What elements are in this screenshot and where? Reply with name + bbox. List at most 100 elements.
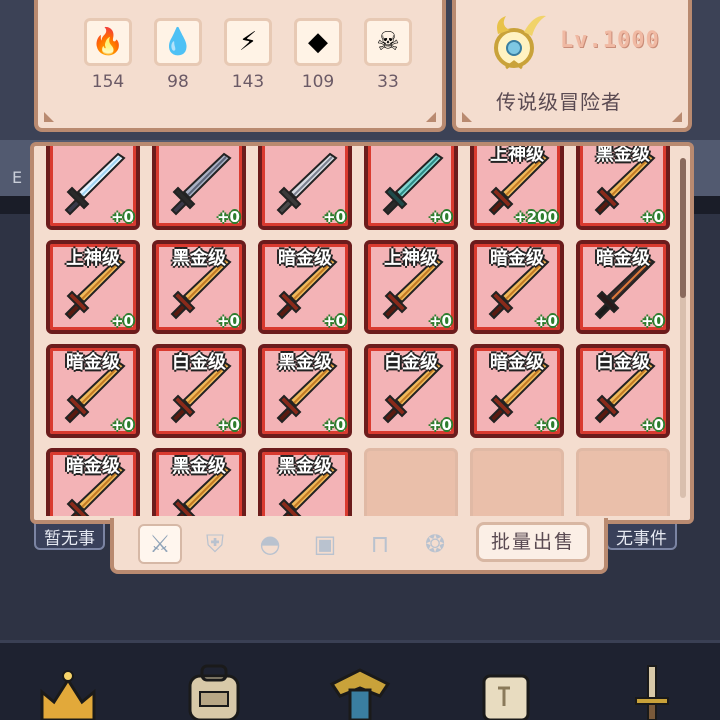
empty-inventory-slot[interactable] <box>364 448 458 516</box>
item-enhance-level: +0 <box>322 312 346 330</box>
water-gem-icon: 💧 <box>154 18 202 66</box>
lightning-gem-icon: ⚡ <box>224 18 272 66</box>
tab-icon: ▣ <box>313 530 337 558</box>
item-tier-label: 黑金级 <box>172 456 226 477</box>
tab-armor[interactable]: ⛨ <box>193 524 237 564</box>
item-tier-label: 黑金级 <box>596 146 650 165</box>
inventory-slot[interactable]: +0 <box>46 146 140 230</box>
item-tier-label: 暗金级 <box>490 248 544 269</box>
player-level: Lv.1000 <box>560 28 660 53</box>
inventory-slot[interactable]: 暗金级 +0 <box>576 240 670 334</box>
item-tier-label: 暗金级 <box>278 248 332 269</box>
inventory-slot[interactable]: 暗金级 <box>46 448 140 516</box>
item-enhance-level: +0 <box>110 416 134 434</box>
item-enhance-level: +0 <box>216 208 240 226</box>
tab-icon: ⊓ <box>370 530 390 558</box>
item-tier-label: 上神级 <box>384 248 438 269</box>
inventory-slot[interactable]: 暗金级 +0 <box>470 344 564 438</box>
resource-item: ⚡ 143 <box>222 18 274 92</box>
inventory-slot[interactable]: 黑金级 +0 <box>152 240 246 334</box>
resource-glyph: ⚡ <box>238 27 258 57</box>
tab-icon: ⚔ <box>149 530 171 558</box>
resource-count: 98 <box>167 72 189 92</box>
resource-count: 154 <box>91 72 125 92</box>
inventory-slot[interactable]: 白金级 +0 <box>576 344 670 438</box>
skull-icon: ☠ <box>364 18 412 66</box>
tab-icon: ⛨ <box>206 530 224 558</box>
inventory-slot[interactable]: 黑金级 +0 <box>258 344 352 438</box>
inventory-slot[interactable]: +0 <box>152 146 246 230</box>
resource-glyph: 💧 <box>161 27 195 57</box>
item-enhance-level: +0 <box>110 208 134 226</box>
equipment-tab-strip: ⚔ ⛨ ◓ ▣ ⊓ ❂ 批量出售 <box>110 518 608 574</box>
inventory-slot[interactable]: 黑金级 <box>152 448 246 516</box>
bulk-sell-button[interactable]: 批量出售 <box>476 522 590 562</box>
background-label: E <box>12 168 23 187</box>
inventory-slot[interactable]: 白金级 +0 <box>364 344 458 438</box>
tab-icon: ◓ <box>259 530 281 558</box>
resource-item: 🔥 154 <box>82 18 134 92</box>
inventory-slot[interactable]: 黑金级 +0 <box>576 146 670 230</box>
inventory-slot[interactable]: 暗金级 +0 <box>46 344 140 438</box>
item-tier-label: 暗金级 <box>66 456 120 477</box>
inventory-scrollbar[interactable] <box>680 158 686 498</box>
guild-banner-nav-icon[interactable] <box>324 662 396 720</box>
inventory-slot[interactable]: 暗金级 +0 <box>258 240 352 334</box>
tab-pants[interactable]: ⊓ <box>358 524 402 564</box>
item-enhance-level: +0 <box>640 208 664 226</box>
tab-icon: ❂ <box>424 530 446 558</box>
inventory-slot[interactable]: 上神级 +0 <box>364 240 458 334</box>
resource-count: 109 <box>301 72 335 92</box>
item-enhance-level: +0 <box>428 312 452 330</box>
backpack-nav-icon[interactable] <box>178 662 250 720</box>
item-tier-label: 白金级 <box>384 352 438 373</box>
empty-inventory-slot[interactable] <box>470 448 564 516</box>
item-tier-label: 暗金级 <box>66 352 120 373</box>
tab-chest[interactable]: ▣ <box>303 524 347 564</box>
item-tier-label: 白金级 <box>596 352 650 373</box>
inventory-slot[interactable]: +0 <box>364 146 458 230</box>
resource-count: 33 <box>377 72 399 92</box>
item-tier-label: 上神级 <box>66 248 120 269</box>
item-enhance-level: +0 <box>428 416 452 434</box>
medal-icon <box>494 15 546 70</box>
item-enhance-level: +0 <box>216 416 240 434</box>
inventory-slot[interactable]: 暗金级 +0 <box>470 240 564 334</box>
inventory-slot[interactable]: 上神级 +0 <box>46 240 140 334</box>
inventory-slot[interactable]: 上神级 +200 <box>470 146 564 230</box>
tab-accessory[interactable]: ❂ <box>413 524 457 564</box>
empty-inventory-slot[interactable] <box>576 448 670 516</box>
sword-nav-icon[interactable] <box>616 662 688 720</box>
item-enhance-level: +0 <box>216 312 240 330</box>
item-enhance-level: +0 <box>110 312 134 330</box>
fire-gem-icon: 🔥 <box>84 18 132 66</box>
item-tier-label: 黑金级 <box>172 248 226 269</box>
inventory-scroll-thumb[interactable] <box>680 158 686 298</box>
item-tier-label: 黑金级 <box>278 456 332 477</box>
item-enhance-level: +0 <box>534 312 558 330</box>
tab-weapons[interactable]: ⚔ <box>138 524 182 564</box>
item-tier-label: 暗金级 <box>596 248 650 269</box>
item-enhance-level: +0 <box>428 208 452 226</box>
resource-item: 💧 98 <box>152 18 204 92</box>
inventory-slot[interactable]: 白金级 +0 <box>152 344 246 438</box>
item-enhance-level: +200 <box>514 208 558 226</box>
resource-item: ☠ 33 <box>362 18 414 92</box>
inventory-panel: +0 +0 +0 +0 上神级 +200 黑金级 +0 上神级 +0 黑金级 +0 暗金级 +0 上神级 +0… <box>30 142 694 524</box>
item-enhance-level: +0 <box>534 416 558 434</box>
earth-gem-icon: ◆ <box>294 18 342 66</box>
item-tier-label: 白金级 <box>172 352 226 373</box>
inventory-grid-viewport[interactable]: +0 +0 +0 +0 上神级 +200 黑金级 +0 上神级 +0 黑金级 +0 暗金级 +0 上神级 +0… <box>46 146 674 516</box>
item-enhance-level: +0 <box>640 416 664 434</box>
crown-nav-icon[interactable] <box>32 662 104 720</box>
resource-glyph: ◆ <box>308 27 328 57</box>
inventory-slot[interactable]: 黑金级 <box>258 448 352 516</box>
resource-glyph: 🔥 <box>91 27 125 57</box>
item-enhance-level: +0 <box>322 208 346 226</box>
panel-corner <box>426 112 436 122</box>
panel-corner <box>44 112 54 122</box>
item-tier-label: 黑金级 <box>278 352 332 373</box>
scroll-book-nav-icon[interactable] <box>470 662 542 720</box>
tab-helmet[interactable]: ◓ <box>248 524 292 564</box>
inventory-slot[interactable]: +0 <box>258 146 352 230</box>
